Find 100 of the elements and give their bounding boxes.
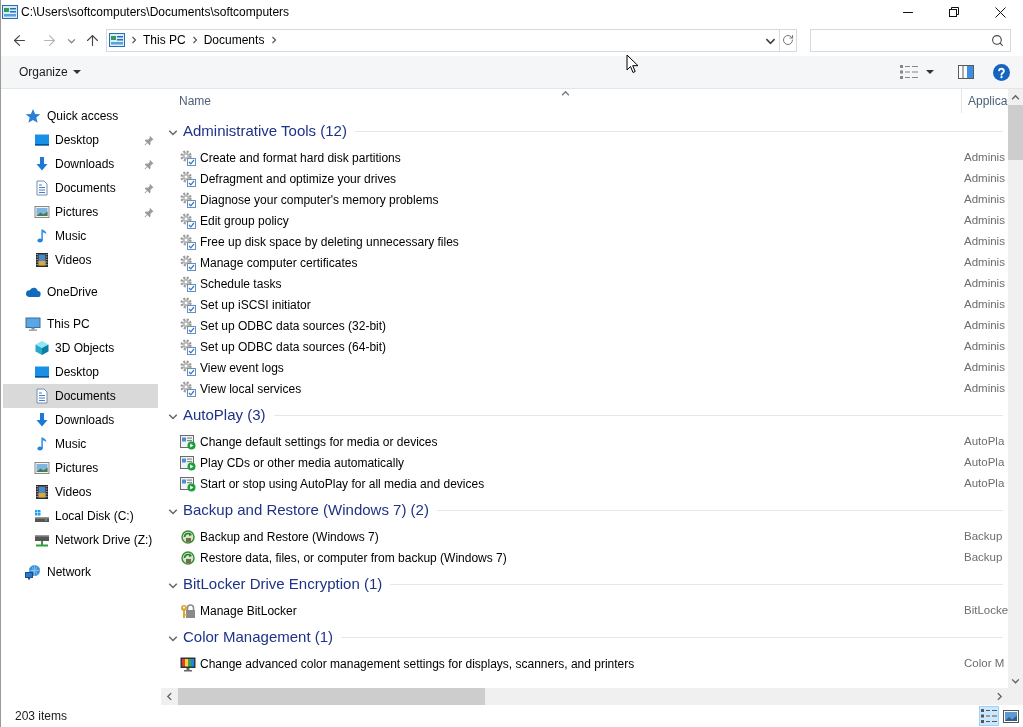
pin-icon[interactable] [144,182,154,194]
refresh-button[interactable] [780,28,797,52]
sidebar-item[interactable]: Downloads [3,152,158,176]
list-item[interactable]: Manage BitLocker [200,601,297,620]
group-header[interactable]: Backup and Restore (Windows 7) (2) [183,499,429,522]
close-icon[interactable] [994,6,1006,18]
search-field[interactable] [810,28,1011,52]
caret-icon[interactable] [72,70,81,74]
sidebar-item[interactable]: Network [3,560,158,584]
list-item[interactable]: Defragment and optimize your drives [200,169,397,188]
caret-icon[interactable] [926,70,934,74]
group-header[interactable]: AutoPlay (3) [183,404,266,427]
gear-document-icon [180,275,196,292]
sidebar-item[interactable]: Desktop [3,128,158,152]
list-item[interactable]: Set up iSCSI initiator [200,295,311,314]
sidebar-item[interactable]: Music [3,224,158,248]
column-cell-text: AutoPla [964,475,1005,491]
list-item[interactable]: Edit group policy [200,211,289,230]
chevron-right-icon[interactable] [130,36,138,44]
list-item[interactable]: Diagnose your computer's memory problems [200,190,439,209]
list-item[interactable]: Set up ODBC data sources (64-bit) [200,337,387,356]
column-cell-text: Adminis [964,191,1005,207]
chevron-right-icon[interactable] [270,36,279,44]
list-item[interactable]: Start or stop using AutoPlay for all media and devices [200,474,485,493]
sidebar-item[interactable]: Quick access [3,104,158,128]
sidebar-item[interactable]: Pictures [3,456,158,480]
window-title: C:\Users\softcomputers\Documents\softcomputers [21,4,290,21]
column-cell-text: Adminis [964,380,1005,396]
scroll-left-icon[interactable] [165,692,174,701]
list-item[interactable]: Set up ODBC data sources (32-bit) [200,316,387,335]
vertical-scrollbar[interactable] [1008,89,1023,688]
pin-icon[interactable] [144,206,154,218]
sort-caret-icon[interactable] [561,89,570,98]
scrollbar-thumb[interactable] [1008,105,1023,160]
gear-document-icon [180,317,196,334]
sidebar-item[interactable]: Documents [3,176,158,200]
list-item[interactable]: Create and format hard disk partitions [200,148,401,167]
horizontal-scrollbar[interactable] [161,688,1008,705]
gear-document-icon [180,359,196,376]
column-header[interactable]: Name [179,92,211,110]
breadcrumb[interactable]: This PC [143,31,186,49]
minimize-icon[interactable] [903,11,913,13]
list-item[interactable]: Change advanced color management settings for displays, scanners, and printers [200,654,635,673]
list-item[interactable]: Restore data, files, or computer from backup (Windows 7) [200,548,507,567]
sidebar-item[interactable]: Network Drive (Z:) [3,528,158,552]
refresh-icon [782,34,794,46]
list-item[interactable]: Schedule tasks [200,274,282,293]
chevron-right-icon[interactable] [190,36,199,44]
list-item[interactable]: View event logs [200,358,284,377]
search-icon[interactable] [991,33,1004,47]
gear-document-icon [180,149,196,166]
list-item[interactable]: Backup and Restore (Windows 7) [200,527,379,546]
column-cell-text: Adminis [964,254,1005,270]
media-play-icon [180,454,196,471]
scroll-right-icon[interactable] [995,692,1004,701]
column-cell-text: BitLocke [964,602,1008,618]
gear-document-icon [180,233,196,250]
thumbnail-view-icon [1003,709,1019,723]
scrollbar-thumb[interactable] [178,688,485,705]
sidebar-item[interactable]: Videos [3,248,158,272]
group-header[interactable]: Administrative Tools (12) [183,120,347,143]
group-header[interactable]: Color Management (1) [183,626,334,649]
sidebar-item[interactable]: Pictures [3,200,158,224]
column-cell-text: Adminis [964,170,1005,186]
sidebar-item[interactable]: 3D Objects [3,336,158,360]
sidebar-item[interactable]: Videos [3,480,158,504]
column-cell-text: Adminis [964,275,1005,291]
column-cell-text: Adminis [964,233,1005,249]
breadcrumb[interactable]: Documents [203,31,265,49]
sidebar-item[interactable]: This PC [3,312,158,336]
gear-document-icon [180,338,196,355]
screen-icon [34,132,50,148]
sidebar-item[interactable]: Music [3,432,158,456]
list-item[interactable]: View local services [200,379,302,398]
scroll-up-icon[interactable] [1011,92,1020,102]
column-cell-text: Adminis [964,338,1005,354]
list-item[interactable]: Manage computer certificates [200,253,358,272]
sidebar-item[interactable]: Local Disk (C:) [3,504,158,528]
pin-icon[interactable] [144,134,154,146]
pin-icon[interactable] [144,158,154,170]
list-item[interactable]: Free up disk space by deleting unnecessary files [200,232,459,251]
column-cell-text: Backup [964,549,1003,565]
group-header[interactable]: BitLocker Drive Encryption (1) [183,573,383,596]
column-header[interactable]: Applica [968,92,1008,110]
sidebar-item[interactable]: Downloads [3,408,158,432]
restore-icon[interactable] [949,7,959,17]
sidebar-item[interactable]: Desktop [3,360,158,384]
list-item[interactable]: Play CDs or other media automatically [200,453,405,472]
preview-pane-icon[interactable] [958,65,974,79]
drive-icon [34,508,50,524]
list-item[interactable]: Change default settings for media or devices [200,432,438,451]
sidebar-item[interactable]: Documents [3,384,158,408]
address-field[interactable]: This PC Documents [106,28,780,52]
column-cell-text: Adminis [964,296,1005,312]
help-icon[interactable] [993,63,1010,81]
view-options-icon[interactable] [900,65,918,79]
sidebar-item[interactable]: OneDrive [3,280,158,304]
star-icon [25,108,41,124]
view-button[interactable] [979,706,999,726]
organize-button[interactable]: Organize [19,63,81,81]
